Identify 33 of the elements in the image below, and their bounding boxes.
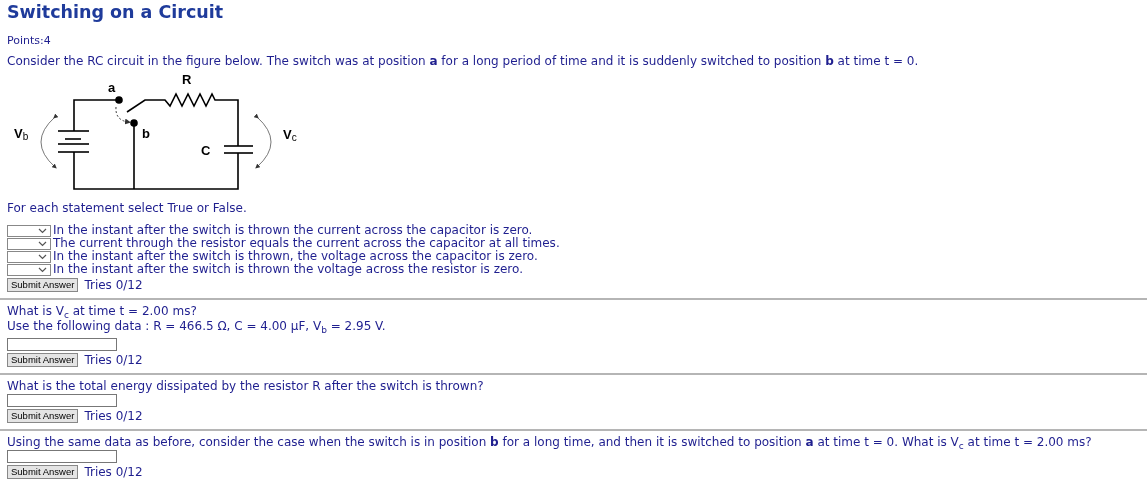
dropdown[interactable] bbox=[7, 224, 51, 237]
submit-button[interactable]: Submit Answer bbox=[7, 352, 79, 367]
submit-button[interactable]: Submit Answer bbox=[7, 408, 79, 423]
tries-counter: Tries 0/12 bbox=[84, 408, 143, 423]
tries-counter: Tries 0/12 bbox=[84, 464, 143, 479]
dropdown[interactable] bbox=[7, 237, 51, 250]
page-title: Switching on a Circuit bbox=[7, 2, 225, 22]
statement-text: In the instant after the switch is thrown, the voltage across the capacitor is zero. bbox=[53, 250, 538, 263]
answer-field[interactable] bbox=[7, 338, 117, 351]
statement-text: In the instant after the switch is thrown the voltage across the resistor is zero. bbox=[53, 263, 523, 276]
capacitor-label: C bbox=[201, 144, 211, 157]
intro-text: Consider the RC circuit in the figure below. The switch was at position a for a long period of time and it is suddenly switched to position b at time t = 0. bbox=[7, 54, 920, 69]
data-text: Use the following data : R = 466.5 Ω, C = 4.00 μF, V$_{b}$ = 2.95 V. bbox=[7, 319, 386, 334]
statement-text: The current through the resistor equals the current across the capacitor at all times. bbox=[53, 237, 560, 250]
dropdown[interactable] bbox=[7, 250, 51, 263]
submit-button[interactable]: Submit Answer bbox=[7, 277, 79, 292]
question-text: What is the total energy dissipated by the resistor R after the switch is thrown? bbox=[7, 379, 484, 394]
switch-label: a bbox=[108, 81, 116, 94]
question-text: Using the same data as before, consider the case when the switch is in position b for a long time, and then it is switched to position a at time t = 0. What is V$_{c}$ at time t = 2.00 ms? bbox=[7, 435, 1092, 450]
voltage-label: V$_{b}$ bbox=[14, 127, 29, 142]
dropdown[interactable] bbox=[7, 263, 51, 276]
tries-counter: Tries 0/12 bbox=[84, 352, 143, 367]
answer-field[interactable] bbox=[7, 450, 117, 463]
question-text: What is V$_{c}$ at time t = 2.00 ms? bbox=[7, 304, 197, 319]
tries-counter: Tries 0/12 bbox=[84, 277, 143, 292]
points-label: Points:4 bbox=[7, 34, 51, 48]
statement-text: In the instant after the switch is thrown the current across the capacitor is zero. bbox=[53, 224, 533, 237]
resistor-label: R bbox=[182, 73, 192, 86]
submit-button[interactable]: Submit Answer bbox=[7, 464, 79, 479]
switch-label: b bbox=[142, 127, 150, 140]
answer-field[interactable] bbox=[7, 394, 117, 407]
voltage-label: V$_{c}$ bbox=[283, 128, 297, 143]
instruction-text: For each statement select True or False. bbox=[7, 201, 248, 216]
